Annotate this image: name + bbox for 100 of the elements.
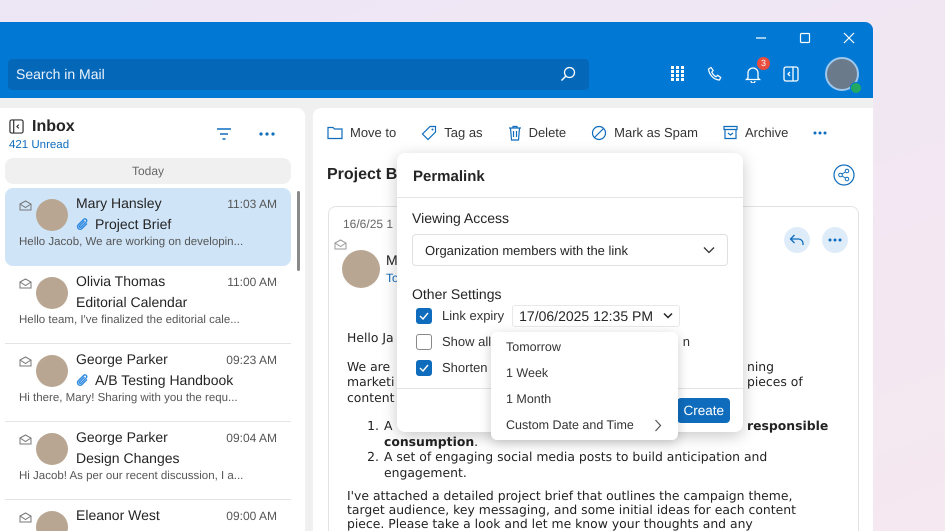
message-item[interactable]: Eleanor West 09:00 AM xyxy=(5,500,291,531)
checkbox[interactable] xyxy=(416,308,432,324)
block-icon xyxy=(591,124,608,141)
chevron-down-icon xyxy=(703,246,715,254)
sender-name: Olivia Thomas xyxy=(76,273,166,289)
email-date: 16/6/25 1 xyxy=(343,217,394,231)
checkbox[interactable] xyxy=(416,334,432,350)
avatar-photo xyxy=(36,277,68,309)
message-subject: A/B Testing Handbook xyxy=(95,372,234,388)
envelope-icon xyxy=(19,512,32,523)
more-icon[interactable] xyxy=(813,130,828,135)
maximize-icon xyxy=(799,32,811,44)
body-text: A xyxy=(384,418,392,434)
scrollbar-thumb[interactable] xyxy=(296,191,300,271)
message-time: 09:04 AM xyxy=(226,431,277,445)
collapse-panel-icon[interactable] xyxy=(9,119,24,134)
checkbox-label: Shorten xyxy=(442,360,488,375)
close-icon xyxy=(843,32,855,44)
body-text: engagement. xyxy=(384,464,467,480)
section-label: Other Settings xyxy=(412,286,502,302)
folder-icon xyxy=(327,125,343,140)
toolbar-button[interactable]: Mark as Spam xyxy=(591,124,698,141)
body-text: content xyxy=(347,390,394,404)
list-number: 2. xyxy=(366,449,380,466)
archive-icon xyxy=(722,125,738,140)
toolbar-button[interactable]: Delete xyxy=(508,124,566,141)
unread-count: 421 Unread xyxy=(9,138,70,150)
profile-avatar[interactable] xyxy=(825,57,859,91)
body-text: marketi xyxy=(347,374,394,390)
avatar-photo xyxy=(36,355,68,387)
share-icon[interactable] xyxy=(833,164,855,186)
message-item[interactable]: Mary Hansley 11:03 AM Project Brief Hello Jacob, We are working on developin... xyxy=(5,188,291,266)
checkbox-label: Link expiry xyxy=(442,308,504,323)
more-icon[interactable] xyxy=(259,132,275,136)
toolbar-button[interactable]: Move to xyxy=(327,125,396,140)
sender-name: George Parker xyxy=(76,429,168,445)
message-preview: Hi there, Mary! Sharing with you the requ... xyxy=(19,392,239,404)
dialog-title: Permalink xyxy=(397,153,743,198)
date-time-dropdown[interactable]: 17/06/2025 12:35 PM xyxy=(512,304,680,326)
body-text: piece. Please take a look and let me know your thoughts and any xyxy=(347,516,753,531)
message-subject: Design Changes xyxy=(76,450,180,466)
trash-icon xyxy=(508,124,522,141)
body-text: We are xyxy=(347,358,390,374)
checkbox-label: Show all xyxy=(442,334,492,349)
date-group-header: Today xyxy=(5,158,291,184)
checkbox[interactable] xyxy=(416,360,432,376)
body-text: responsible xyxy=(747,418,828,434)
message-item[interactable]: George Parker 09:23 AM A/B Testing Handbook Hi there, Mary! Sharing with you the requ... xyxy=(5,344,291,422)
checkbox-label: n xyxy=(682,334,690,349)
bell-icon[interactable] xyxy=(745,66,761,82)
toolbar-button[interactable]: Tag as xyxy=(421,124,483,141)
checkmark-icon xyxy=(419,312,429,320)
message-item[interactable]: George Parker 09:04 AM Design Changes Hi Jacob! As per our recent discussion, I a... xyxy=(5,422,291,500)
body-text: pieces of xyxy=(747,374,803,390)
body-text: ning xyxy=(747,358,774,374)
body-text: consumption. xyxy=(384,434,478,448)
envelope-icon xyxy=(19,356,32,367)
access-dropdown[interactable]: Organization members with the link xyxy=(412,234,728,266)
checkmark-icon xyxy=(419,364,429,372)
list-number: 1. xyxy=(366,418,380,435)
more-icon xyxy=(828,238,842,242)
notification-badge: 3 xyxy=(757,56,770,70)
panel-icon[interactable] xyxy=(783,66,799,82)
message-subject: Editorial Calendar xyxy=(76,294,188,310)
sender-name: George Parker xyxy=(76,351,168,367)
avatar-photo xyxy=(36,199,68,231)
search-field[interactable]: Search in Mail xyxy=(8,58,589,90)
sender-name: M xyxy=(386,252,399,268)
message-preview: Hello team, I've finalized the editorial cale... xyxy=(19,314,241,326)
toolbar-button[interactable]: Archive xyxy=(722,125,788,140)
avatar-photo xyxy=(342,250,380,288)
message-time: 09:23 AM xyxy=(226,353,277,367)
menu-item[interactable]: 1 Week xyxy=(491,360,678,386)
tag-icon xyxy=(421,124,438,141)
message-time: 11:03 AM xyxy=(227,197,277,211)
body-text: Hello Ja xyxy=(347,330,394,345)
dialpad-icon[interactable] xyxy=(671,66,685,82)
more-button[interactable] xyxy=(822,227,848,253)
message-item[interactable]: Olivia Thomas 11:00 AM Editorial Calendar Hello team, I've finalized the editorial cale... xyxy=(5,266,291,344)
sender-name: Mary Hansley xyxy=(76,195,162,211)
sender-name: Eleanor West xyxy=(76,507,160,523)
reply-button[interactable] xyxy=(784,227,810,253)
message-preview: Hello Jacob, We are working on developin... xyxy=(19,236,244,248)
body-text: target audience, key messaging, and some initial ideas for each content xyxy=(347,502,796,517)
body-text: A set of engaging social media posts to build anticipation and xyxy=(384,449,768,464)
menu-item[interactable]: Tomorrow xyxy=(491,334,678,360)
reply-icon xyxy=(789,233,805,247)
menu-item[interactable]: Custom Date and Time xyxy=(491,412,678,438)
email-subject: Project B xyxy=(327,166,398,184)
avatar-photo xyxy=(36,433,68,465)
phone-icon[interactable] xyxy=(707,66,723,82)
chevron-down-icon xyxy=(663,312,674,319)
filter-icon[interactable] xyxy=(216,127,232,141)
section-label: Viewing Access xyxy=(412,210,510,226)
create-button[interactable]: Create xyxy=(677,398,730,423)
menu-item[interactable]: 1 Month xyxy=(491,386,678,412)
message-time: 09:00 AM xyxy=(226,509,277,523)
envelope-icon xyxy=(19,200,32,211)
body-text: I've attached a detailed project brief that outlines the campaign theme, xyxy=(347,488,792,503)
message-preview: Hi Jacob! As per our recent discussion, I a... xyxy=(19,470,244,482)
